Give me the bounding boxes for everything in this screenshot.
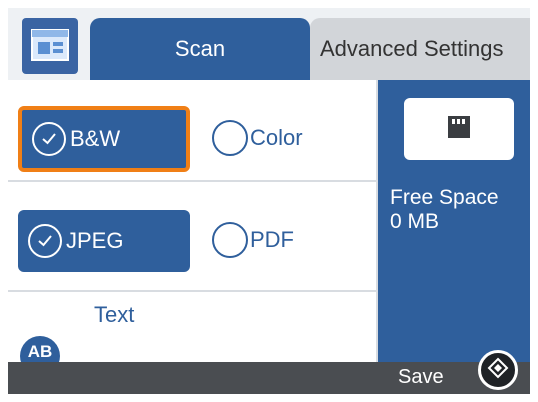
- check-icon: [32, 122, 66, 156]
- color-option[interactable]: Color: [212, 120, 303, 156]
- text-option-row[interactable]: AB Text: [8, 292, 376, 376]
- text-option-label: Text: [94, 302, 135, 327]
- free-space-label: Free Space: [390, 186, 499, 209]
- save-label: Save: [398, 366, 444, 388]
- scan-options-panel: B&W Color JPEG PDF AB Text: [8, 80, 378, 376]
- tab-scan-label: Scan: [174, 36, 226, 61]
- memory-card-icon: [445, 114, 473, 145]
- start-diamond-icon: [487, 357, 509, 384]
- scan-app-icon[interactable]: [22, 18, 78, 74]
- pdf-option[interactable]: PDF: [212, 222, 294, 258]
- bw-button[interactable]: B&W: [18, 106, 190, 172]
- color-label: Color: [250, 125, 303, 150]
- tab-scan[interactable]: Scan: [90, 18, 310, 80]
- bottom-bar: Save: [8, 350, 530, 394]
- color-mode-row: B&W Color: [8, 80, 376, 182]
- top-bar: Scan Advanced Settings: [8, 8, 530, 80]
- free-space-value: 0 MB: [390, 210, 440, 233]
- file-format-row: JPEG PDF: [8, 182, 376, 292]
- pdf-label: PDF: [250, 227, 294, 252]
- tab-advanced-settings[interactable]: Advanced Settings: [310, 18, 530, 80]
- radio-circle-icon: [212, 120, 248, 156]
- screen-frame: Scan Advanced Settings B&W Color JPEG PD…: [8, 8, 530, 394]
- jpeg-button[interactable]: JPEG: [18, 210, 190, 272]
- memory-panel: Free Space 0 MB: [378, 80, 530, 362]
- memory-card-button[interactable]: [404, 98, 514, 160]
- jpeg-label: JPEG: [66, 228, 124, 253]
- tab-advanced-settings-label: Advanced Settings: [320, 36, 504, 61]
- free-space-info: Free Space 0 MB: [390, 186, 499, 234]
- bw-label: B&W: [70, 126, 121, 151]
- check-icon: [28, 224, 62, 258]
- start-button[interactable]: [478, 350, 518, 390]
- radio-circle-icon: [212, 222, 248, 258]
